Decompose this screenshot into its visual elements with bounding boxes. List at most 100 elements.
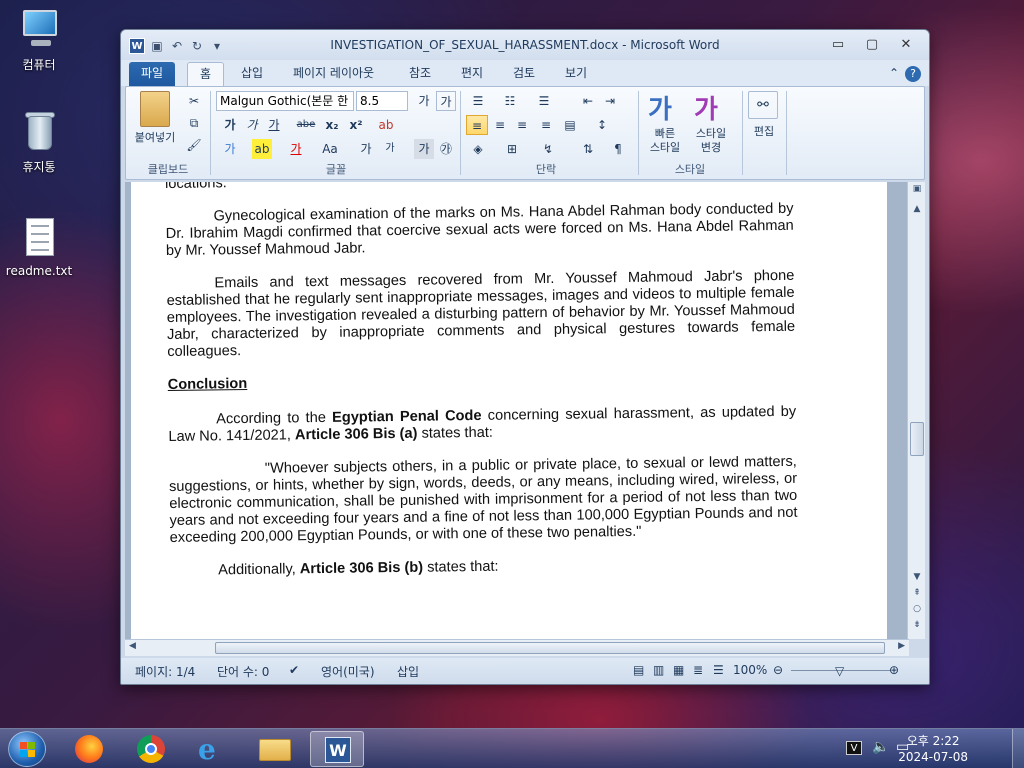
strikethrough-button[interactable]: abe: [296, 115, 316, 135]
zoom-out-icon[interactable]: ⊖: [773, 663, 783, 677]
taskbar-chrome[interactable]: [124, 731, 178, 767]
vertical-scrollbar[interactable]: ▣ ▲ ▼ ⇞ ○ ⇟: [907, 182, 925, 639]
desktop-icon-readme[interactable]: readme.txt: [4, 216, 74, 278]
vertical-scroll-thumb[interactable]: [910, 422, 924, 456]
line-spacing-icon[interactable]: ↕: [592, 115, 612, 135]
align-left-button[interactable]: ≡: [466, 115, 488, 135]
quick-styles-icon[interactable]: 가: [648, 89, 672, 126]
taskbar-ie[interactable]: e: [186, 731, 240, 767]
subscript-button[interactable]: x₂: [322, 115, 342, 135]
bold-button[interactable]: 가: [220, 115, 240, 135]
proofing-icon[interactable]: ✔: [289, 663, 299, 677]
format-painter-icon[interactable]: 🖌: [184, 135, 204, 155]
bullets-icon[interactable]: ☰: [468, 91, 488, 111]
clock[interactable]: 오후 2:22 2024-07-08: [898, 733, 968, 765]
tab-page-layout[interactable]: 페이지 레이아웃: [281, 62, 386, 86]
ime-icon[interactable]: V: [846, 741, 862, 755]
tab-insert[interactable]: 삽입: [229, 62, 275, 86]
draft-view-icon[interactable]: ☰: [713, 663, 724, 677]
status-mode[interactable]: 삽입: [397, 663, 419, 680]
shading-icon[interactable]: ◈: [468, 139, 488, 159]
status-word-count[interactable]: 단어 수: 0: [217, 663, 269, 680]
change-styles-button[interactable]: 스타일 변경: [688, 127, 734, 155]
sort-az-icon[interactable]: ⇅: [578, 139, 598, 159]
document-page[interactable]: locations. Gynecological examination of …: [131, 182, 887, 639]
minimize-button[interactable]: ▭: [823, 36, 853, 56]
ruler-toggle-icon[interactable]: ▣: [908, 184, 926, 194]
status-language[interactable]: 영어(미국): [321, 663, 375, 680]
browse-object-icon[interactable]: ○: [908, 604, 926, 614]
title-bar[interactable]: W ▣ ↶ ↻ ▾ INVESTIGATION_OF_SEXUAL_HARASS…: [121, 30, 929, 60]
tab-references[interactable]: 참조: [397, 62, 443, 86]
quick-styles-button[interactable]: 빠른 스타일: [642, 127, 688, 155]
justify-button[interactable]: ≡: [536, 115, 556, 135]
change-case-button[interactable]: Aa: [320, 139, 340, 159]
editing-button[interactable]: 편집: [748, 123, 780, 139]
grow-font-button[interactable]: 가: [356, 139, 376, 159]
scroll-down-icon[interactable]: ▼: [908, 572, 926, 582]
print-layout-view-icon[interactable]: ▤: [633, 663, 644, 677]
enclose-characters-icon[interactable]: ㉮: [436, 139, 456, 159]
highlight-icon[interactable]: ab: [252, 139, 272, 159]
clear-format-icon[interactable]: 가: [436, 91, 456, 111]
numbering-icon[interactable]: ☷: [500, 91, 520, 111]
paste-button[interactable]: 붙여넣기: [132, 129, 178, 145]
grow-font-icon[interactable]: 가: [414, 91, 434, 111]
borders-icon[interactable]: ⊞: [502, 139, 522, 159]
tab-home[interactable]: 홈: [187, 62, 225, 86]
align-right-button[interactable]: ≡: [512, 115, 532, 135]
tab-review[interactable]: 검토: [501, 62, 547, 86]
full-screen-view-icon[interactable]: ▥: [653, 663, 664, 677]
document-area[interactable]: locations. Gynecological examination of …: [125, 182, 909, 639]
text-effects-icon[interactable]: 가: [220, 139, 240, 159]
horizontal-scrollbar[interactable]: ◀ ▶: [125, 639, 909, 656]
tab-view[interactable]: 보기: [553, 62, 599, 86]
increase-indent-icon[interactable]: ⇥: [600, 91, 620, 111]
binoculars-icon[interactable]: ⚯: [748, 91, 778, 119]
copy-icon[interactable]: ⧉: [184, 113, 204, 133]
close-button[interactable]: ✕: [891, 36, 921, 56]
change-styles-icon[interactable]: 가: [694, 89, 718, 126]
volume-icon[interactable]: 🔈: [872, 739, 889, 755]
scroll-up-icon[interactable]: ▲: [908, 204, 926, 214]
sort-icon[interactable]: ↯: [538, 139, 558, 159]
change-case-icon[interactable]: ab: [376, 115, 396, 135]
font-name-input[interactable]: Malgun Gothic(본문 한: [216, 91, 354, 111]
show-marks-icon[interactable]: ¶: [608, 139, 628, 159]
outline-view-icon[interactable]: ≣: [693, 663, 703, 677]
zoom-level[interactable]: 100%: [733, 663, 767, 677]
tab-file[interactable]: 파일: [129, 62, 176, 86]
desktop-icon-computer[interactable]: 컴퓨터: [4, 8, 74, 73]
superscript-button[interactable]: x²: [346, 115, 366, 135]
status-page[interactable]: 페이지: 1/4: [135, 663, 195, 680]
distributed-icon[interactable]: ▤: [560, 115, 580, 135]
taskbar-explorer[interactable]: [248, 731, 302, 767]
font-size-input[interactable]: 8.5: [356, 91, 408, 111]
italic-button[interactable]: 가: [242, 115, 262, 135]
taskbar-firefox[interactable]: [62, 731, 116, 767]
cut-icon[interactable]: ✂: [184, 91, 204, 111]
character-shading-icon[interactable]: 가: [414, 139, 434, 159]
underline-button[interactable]: 가: [264, 115, 284, 135]
start-button[interactable]: [8, 731, 46, 767]
next-page-icon[interactable]: ⇟: [908, 620, 926, 630]
show-desktop-button[interactable]: [1012, 729, 1024, 768]
zoom-in-icon[interactable]: ⊕: [889, 663, 899, 677]
scroll-left-icon[interactable]: ◀: [129, 641, 136, 651]
horizontal-scroll-thumb[interactable]: [215, 642, 885, 654]
taskbar-word[interactable]: W: [310, 731, 364, 767]
help-icon[interactable]: ?: [893, 62, 929, 86]
web-layout-view-icon[interactable]: ▦: [673, 663, 684, 677]
decrease-indent-icon[interactable]: ⇤: [578, 91, 598, 111]
font-color-icon[interactable]: 가: [286, 139, 306, 159]
paste-icon[interactable]: [140, 91, 170, 127]
shrink-font-button[interactable]: 가: [380, 139, 400, 159]
tab-mailings[interactable]: 편지: [449, 62, 495, 86]
desktop-icon-recycle-bin[interactable]: 휴지통: [4, 110, 74, 175]
align-center-button[interactable]: ≡: [490, 115, 510, 135]
multilevel-list-icon[interactable]: ☰: [534, 91, 554, 111]
previous-page-icon[interactable]: ⇞: [908, 588, 926, 598]
maximize-button[interactable]: ▢: [857, 36, 887, 56]
scroll-right-icon[interactable]: ▶: [898, 641, 905, 651]
zoom-slider-thumb[interactable]: ▽: [835, 664, 844, 678]
